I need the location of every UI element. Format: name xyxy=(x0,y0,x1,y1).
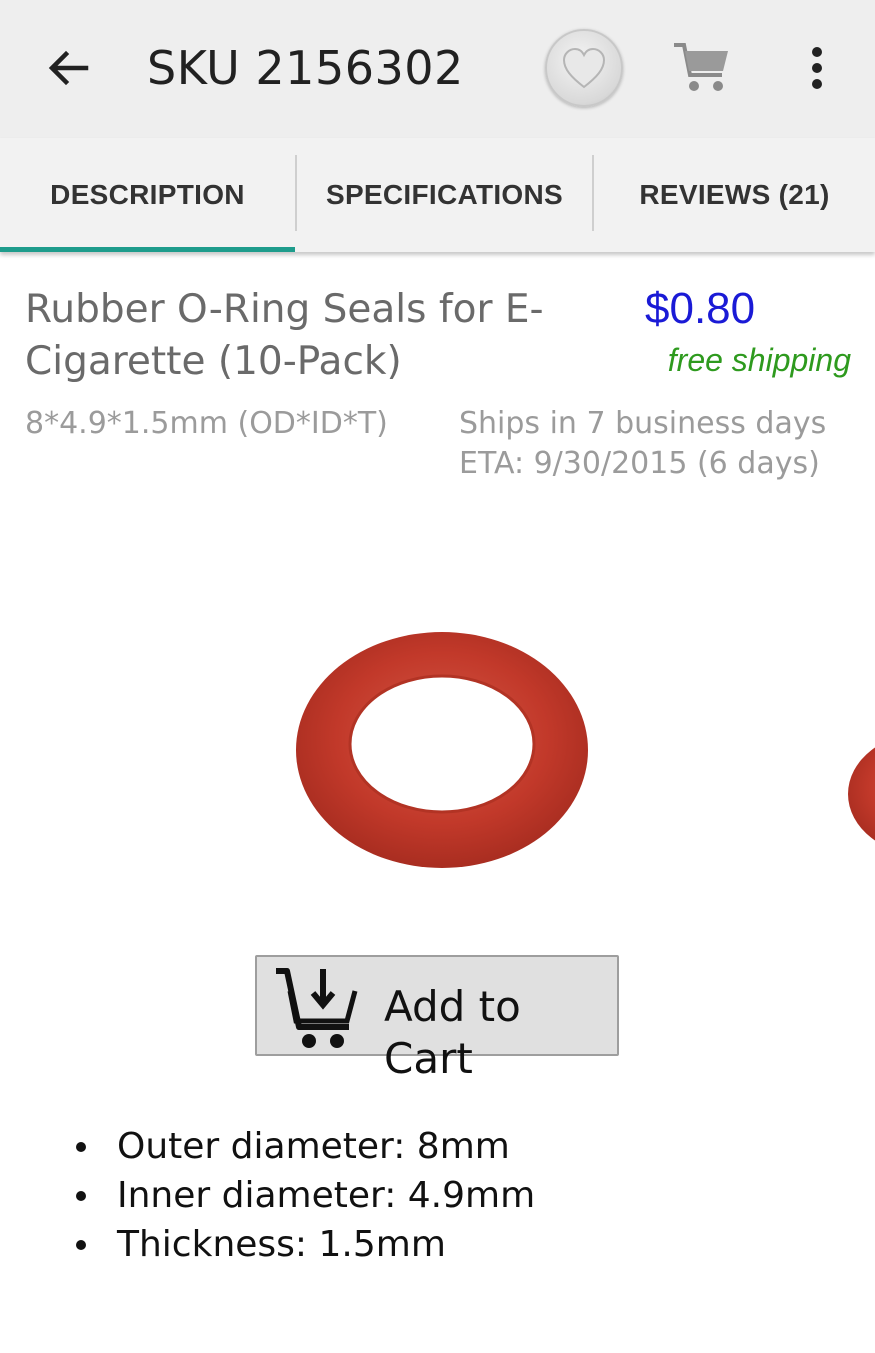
product-image xyxy=(296,632,875,868)
product-title: Rubber O-Ring Seals for E-Cigarette (10-… xyxy=(25,287,544,384)
feature-text: Thickness: 1.5mm xyxy=(117,1224,446,1265)
cart-button[interactable] xyxy=(670,36,734,100)
back-arrow-icon xyxy=(48,50,89,86)
more-options-button[interactable] xyxy=(792,36,842,100)
bullet-icon xyxy=(76,1240,86,1250)
bullet-icon xyxy=(76,1191,86,1201)
add-to-cart-icon xyxy=(276,968,358,1048)
back-button[interactable] xyxy=(36,36,100,100)
more-vert-icon xyxy=(812,47,822,89)
feature-text: Inner diameter: 4.9mm xyxy=(117,1175,536,1216)
tab-reviews[interactable]: REVIEWS (21) xyxy=(594,138,875,252)
page-title: SKU 2156302 xyxy=(147,41,464,95)
heart-icon xyxy=(562,47,606,89)
list-item: Inner diameter: 4.9mm xyxy=(70,1171,535,1220)
feature-text: Outer diameter: 8mm xyxy=(117,1126,510,1167)
active-tab-indicator xyxy=(0,247,295,252)
tab-specifications[interactable]: SPECIFICATIONS xyxy=(297,138,592,252)
list-item: Outer diameter: 8mm xyxy=(70,1122,535,1171)
bullet-icon xyxy=(76,1142,86,1152)
product-price: $0.80 xyxy=(645,284,756,333)
product-variant: 8*4.9*1.5mm (OD*ID*T) xyxy=(25,406,388,441)
product-image-carousel[interactable] xyxy=(48,522,875,948)
add-to-cart-label: Add to Cart xyxy=(384,982,521,1083)
tab-bar: DESCRIPTION SPECIFICATIONS REVIEWS (21) xyxy=(0,138,875,252)
eta-text: ETA: 9/30/2015 (6 days) xyxy=(459,446,820,481)
ships-in-text: Ships in 7 business days xyxy=(459,406,827,441)
cart-icon xyxy=(674,43,728,91)
list-item: Thickness: 1.5mm xyxy=(70,1220,535,1269)
shipping-label: free shipping xyxy=(667,342,851,378)
app-bar: SKU 2156302 xyxy=(0,0,875,138)
favorite-button[interactable] xyxy=(545,29,623,107)
feature-list: Outer diameter: 8mm Inner diameter: 4.9m… xyxy=(70,1122,535,1269)
tab-description[interactable]: DESCRIPTION xyxy=(0,138,295,252)
add-to-cart-button[interactable]: Add to Cart xyxy=(255,955,619,1083)
